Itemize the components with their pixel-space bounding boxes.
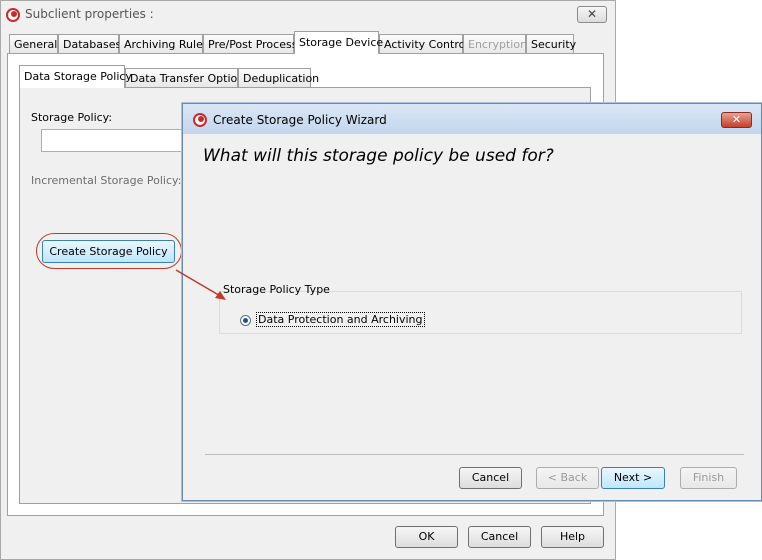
tab-pre-post-process[interactable]: Pre/Post Process: [203, 34, 297, 54]
app-logo-icon: [193, 113, 207, 127]
ok-button[interactable]: OK: [395, 526, 458, 548]
data-protection-radio[interactable]: [240, 315, 251, 326]
subtab-data-transfer-option[interactable]: Data Transfer Option: [125, 68, 244, 88]
wizard-title: Create Storage Policy Wizard: [213, 113, 387, 127]
separator: [205, 454, 744, 455]
window-titlebar: Subclient properties : ✕: [1, 1, 615, 28]
wizard-titlebar: Create Storage Policy Wizard ✕: [183, 104, 761, 134]
storage-policy-label: Storage Policy:: [31, 111, 113, 124]
cancel-button[interactable]: Cancel: [468, 526, 531, 548]
incremental-storage-policy-label: Incremental Storage Policy:: [31, 174, 182, 187]
create-storage-policy-wizard: Create Storage Policy Wizard ✕ What will…: [182, 103, 762, 501]
subtab-data-storage-policy[interactable]: Data Storage Policy: [19, 65, 132, 88]
tab-security[interactable]: Security: [526, 34, 576, 54]
help-button[interactable]: Help: [541, 526, 604, 548]
storage-policy-field[interactable]: [41, 129, 201, 152]
window-title: Subclient properties :: [25, 7, 154, 21]
app-logo-icon: [6, 8, 20, 22]
highlight-ellipse: [36, 233, 182, 269]
tab-storage-device[interactable]: Storage Device: [294, 31, 383, 54]
wizard-heading: What will this storage policy be used fo…: [203, 146, 554, 166]
tab-general[interactable]: General: [9, 34, 58, 54]
next-button[interactable]: Next >: [601, 467, 665, 489]
back-button[interactable]: < Back: [536, 467, 599, 489]
close-icon[interactable]: ✕: [721, 112, 752, 128]
storage-policy-type-label: Storage Policy Type: [223, 283, 330, 296]
data-protection-option-label[interactable]: Data Protection and Archiving: [256, 312, 425, 327]
tab-activity-control[interactable]: Activity Control: [379, 34, 468, 54]
tab-archiving-rules[interactable]: Archiving Rules: [119, 34, 209, 54]
finish-button[interactable]: Finish: [680, 467, 737, 489]
wizard-cancel-button[interactable]: Cancel: [459, 467, 522, 489]
subtab-deduplication[interactable]: Deduplication: [238, 68, 319, 88]
tab-databases[interactable]: Databases: [58, 34, 121, 54]
close-icon[interactable]: ✕: [577, 6, 607, 23]
tab-encryption[interactable]: Encryption: [463, 34, 527, 54]
